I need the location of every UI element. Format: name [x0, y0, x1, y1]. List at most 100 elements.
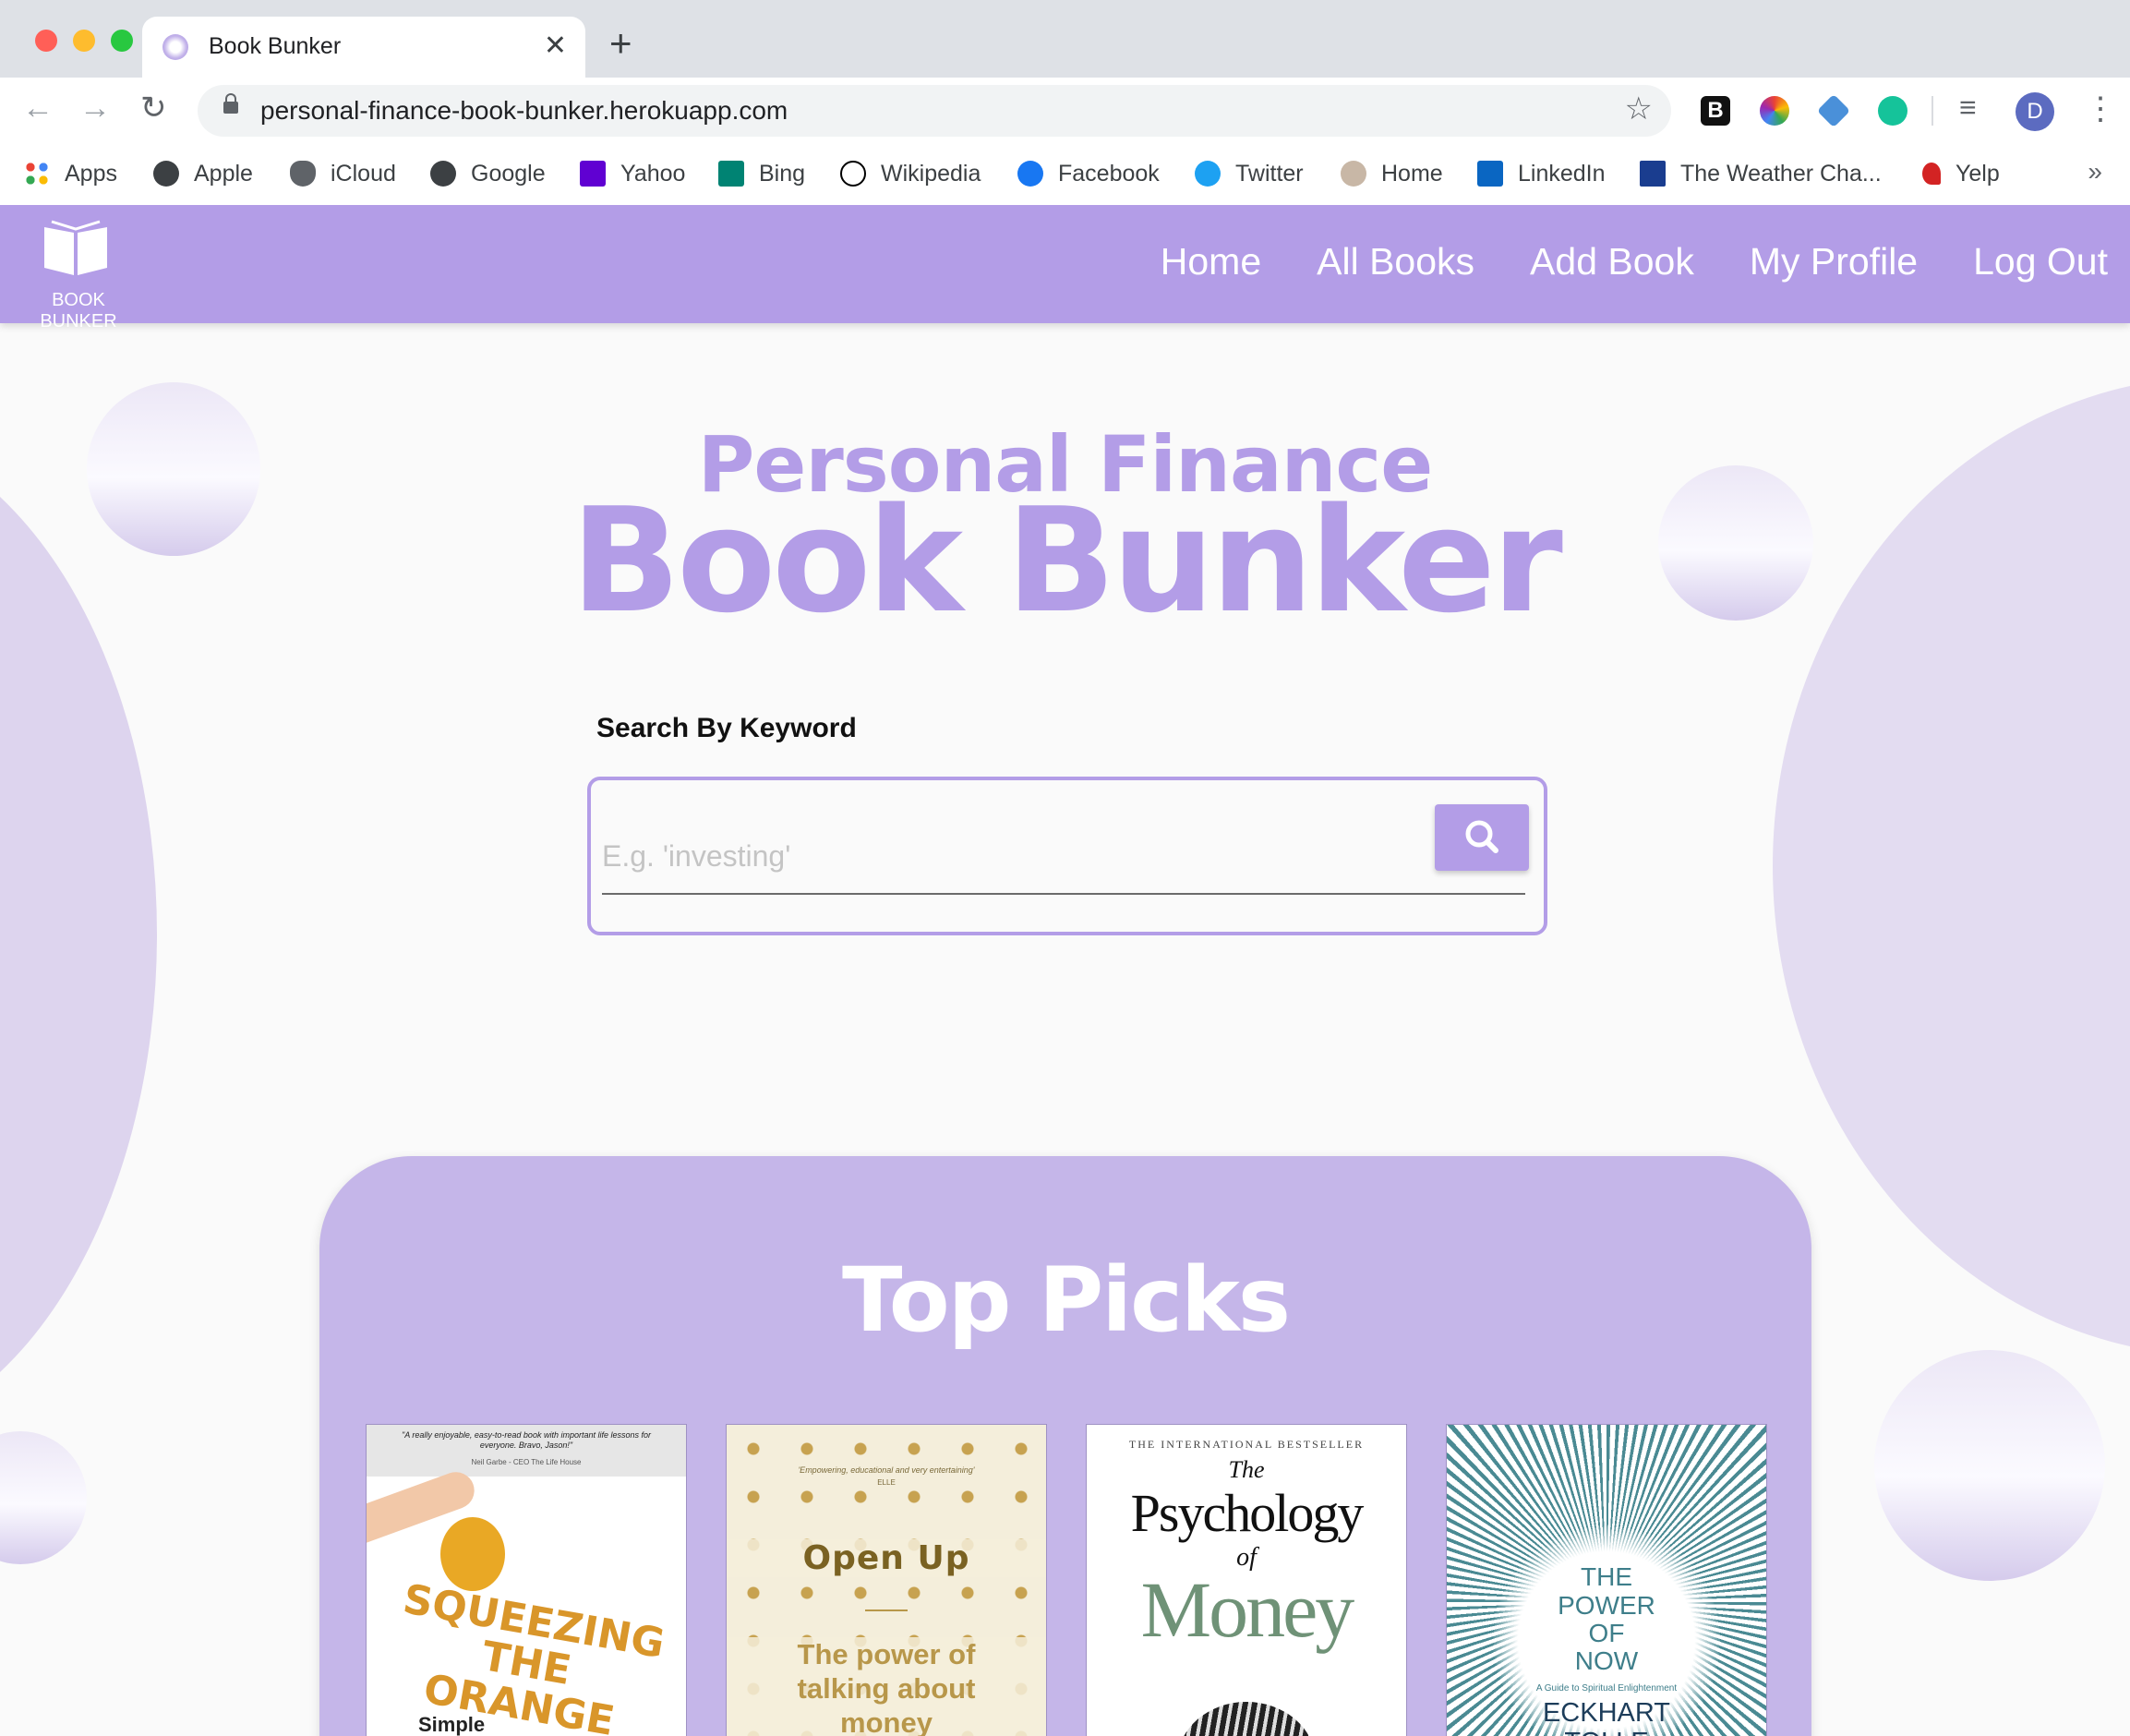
close-tab-icon[interactable]: ✕	[544, 30, 567, 62]
book-title: Open Up	[727, 1539, 1046, 1577]
bookmark-label: Wikipedia	[881, 160, 981, 187]
bookmark-icloud[interactable]: iCloud	[290, 155, 396, 192]
search-label: Search By Keyword	[596, 713, 857, 743]
book-title-the: The	[1228, 1456, 1265, 1483]
bookmark-bing[interactable]: Bing	[718, 155, 805, 192]
browser-tab[interactable]: Book Bunker ✕	[142, 17, 585, 78]
book-subtitle: A Guide to Spiritual Enlightenment	[1535, 1683, 1678, 1694]
bookmark-label: Home	[1381, 160, 1443, 187]
weather-channel-icon	[1640, 161, 1666, 187]
logo-text: BOOK BUNKER	[40, 290, 117, 332]
book-title-line: OF	[1588, 1619, 1625, 1647]
bookmark-label: Bing	[759, 160, 806, 187]
back-arrow-icon[interactable]: ←	[22, 92, 54, 124]
search-form	[587, 777, 1547, 935]
book-subtitle: Simple	[418, 1713, 486, 1736]
book-cover[interactable]: THE INTERNATIONAL BESTSELLER The Psychol…	[1086, 1424, 1407, 1736]
nav-home[interactable]: Home	[1161, 240, 1261, 283]
bookmark-wikipedia[interactable]: Wikipedia	[840, 155, 981, 192]
brain-illustration	[1177, 1702, 1316, 1736]
bookmark-label: Yelp	[1956, 160, 2000, 187]
facebook-icon	[1017, 161, 1043, 187]
tab-title: Book Bunker	[209, 33, 342, 59]
bookmark-label: LinkedIn	[1518, 160, 1606, 187]
browser-toolbar: ← → ↻ personal-finance-book-bunker.herok…	[0, 78, 2130, 144]
bookmark-linkedin[interactable]: LinkedIn	[1477, 155, 1606, 192]
address-bar[interactable]: personal-finance-book-bunker.herokuapp.c…	[198, 85, 1671, 137]
profile-avatar[interactable]: D	[2016, 92, 2054, 131]
top-picks-title: Top Picks	[842, 1248, 1291, 1352]
book-title-main: Psychology	[1130, 1483, 1365, 1543]
bookmark-label: iCloud	[331, 160, 396, 187]
top-picks-section: Top Picks "A really enjoyable, easy-to-r…	[319, 1156, 1811, 1736]
book-quote: 'Empowering, educational and very entert…	[798, 1465, 975, 1475]
apple-icon	[290, 161, 316, 187]
bookmark-twitter[interactable]: Twitter	[1195, 155, 1304, 192]
reload-icon[interactable]: ↻	[140, 92, 167, 124]
site-navbar: BOOK BUNKER Home All Books Add Book My P…	[0, 205, 2130, 332]
apps-grid-icon	[24, 161, 50, 187]
book-kicker: THE INTERNATIONAL BESTSELLER	[1128, 1438, 1365, 1451]
browser-menu-icon[interactable]: ⋮	[2085, 90, 2116, 127]
bookmark-label: The Weather Cha...	[1680, 160, 1882, 187]
globe-icon	[430, 161, 456, 187]
url-text[interactable]: personal-finance-book-bunker.herokuapp.c…	[260, 96, 788, 126]
nav-add-book[interactable]: Add Book	[1530, 240, 1694, 283]
bookmark-home[interactable]: Home	[1341, 155, 1443, 192]
new-tab-button[interactable]: +	[609, 24, 632, 63]
forward-arrow-icon[interactable]: →	[79, 92, 111, 124]
book-cover[interactable]: THE POWER OF NOW A Guide to Spiritual En…	[1446, 1424, 1767, 1736]
bing-icon	[718, 161, 744, 187]
nav-links: Home All Books Add Book My Profile Log O…	[1161, 240, 2108, 283]
site-logo[interactable]: BOOK BUNKER	[18, 212, 138, 332]
bookmark-apps[interactable]: Apps	[24, 155, 117, 192]
bookmark-label: Apps	[65, 160, 117, 187]
bookmarks-bar: Apps Apple iCloud Google Yahoo Bing Wiki…	[0, 144, 2130, 206]
bookmark-weather-channel[interactable]: The Weather Cha...	[1640, 155, 1882, 192]
book-title-line: NOW	[1574, 1646, 1639, 1675]
yahoo-icon	[580, 161, 606, 187]
book-quote: "A really enjoyable, easy-to-read book w…	[402, 1430, 651, 1450]
bookmark-label: Apple	[194, 160, 253, 187]
book-subtitle: The power of talking about money	[727, 1637, 1046, 1736]
media-queue-icon[interactable]: ≡	[1959, 90, 1977, 125]
wikipedia-icon	[840, 161, 866, 187]
page-viewport: BOOK BUNKER Home All Books Add Book My P…	[0, 205, 2130, 1736]
search-input[interactable]	[602, 819, 1525, 895]
nav-my-profile[interactable]: My Profile	[1750, 240, 1918, 283]
hero-title: Book Bunker	[571, 476, 1563, 645]
search-icon	[1465, 820, 1498, 853]
search-button[interactable]	[1435, 804, 1529, 871]
decorative-circle	[0, 1431, 87, 1564]
minimize-window-button[interactable]	[73, 30, 95, 52]
bookmark-star-icon[interactable]: ☆	[1625, 90, 1653, 127]
bookmark-facebook[interactable]: Facebook	[1017, 155, 1160, 192]
nav-log-out[interactable]: Log Out	[1973, 240, 2108, 283]
bookmark-yahoo[interactable]: Yahoo	[580, 155, 685, 192]
color-picker-extension-icon[interactable]	[1760, 96, 1789, 126]
bookmark-label: Facebook	[1058, 160, 1160, 187]
bookmark-google[interactable]: Google	[430, 155, 546, 192]
nav-all-books[interactable]: All Books	[1317, 240, 1474, 283]
lock-icon	[223, 93, 238, 114]
cover-divider	[865, 1609, 908, 1611]
more-bookmarks-icon[interactable]: »	[2088, 157, 2102, 187]
book-quote-attribution: Neil Garbe - CEO The Life House	[471, 1458, 582, 1466]
yelp-icon	[1922, 163, 1941, 185]
book-cover[interactable]: 'Empowering, educational and very entert…	[726, 1424, 1047, 1736]
bookmark-label: Google	[471, 160, 546, 187]
twitter-icon	[1195, 161, 1221, 187]
book-cover[interactable]: "A really enjoyable, easy-to-read book w…	[366, 1424, 687, 1736]
b-extension-icon[interactable]: B	[1701, 96, 1730, 126]
book-author: TOLLE	[1447, 1728, 1766, 1736]
bookmark-yelp[interactable]: Yelp	[1922, 155, 2000, 192]
close-window-button[interactable]	[35, 30, 57, 52]
book-quote-attribution: ELLE	[877, 1478, 896, 1487]
linkedin-icon	[1477, 161, 1503, 187]
toolbar-divider	[1931, 96, 1933, 126]
cube-extension-icon[interactable]	[1816, 93, 1851, 128]
zoom-window-button[interactable]	[111, 30, 133, 52]
bookmark-label: Twitter	[1235, 160, 1304, 187]
grammarly-extension-icon[interactable]	[1878, 96, 1907, 126]
bookmark-apple[interactable]: Apple	[153, 155, 253, 192]
